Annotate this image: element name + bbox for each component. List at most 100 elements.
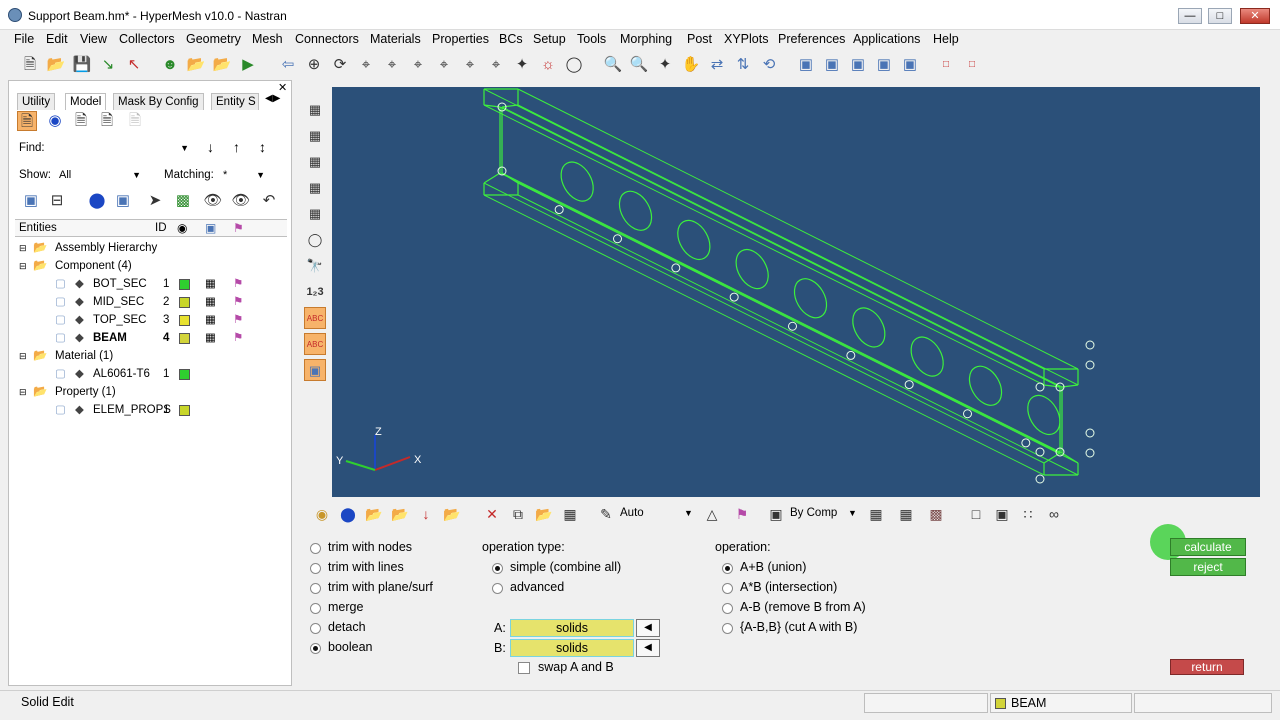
transparency-icon[interactable]: △ [702,504,722,524]
delete-icon[interactable]: ✕ [482,504,502,524]
visibility-flag-icon[interactable]: ⚑ [233,293,243,311]
menu-mesh[interactable]: Mesh [252,32,283,46]
visibility-box-icon[interactable]: ▢ [55,275,66,293]
display-mode-icon[interactable]: ▦ [205,293,216,311]
visibility-box-icon[interactable]: ▢ [55,401,66,419]
tree-row[interactable]: ⊟ 📂 Component (4) [15,257,287,275]
display-mode-icon[interactable]: ▦ [205,329,216,347]
window-4-icon[interactable]: ▣ [874,55,894,75]
spin-free-icon[interactable]: ⟲ [759,55,779,75]
expand-all-icon[interactable]: ▣ [21,191,41,211]
component-view-icon[interactable]: 🗎 [17,111,37,131]
radio-remove-b[interactable]: A-B (remove B from A) [722,600,866,614]
new-file-icon[interactable]: 🗎 [20,55,40,75]
tree-row[interactable]: ▢ ◆ TOP_SEC 3 ▦ ⚑ [15,311,287,329]
ps-export-icon[interactable]: □ [962,55,982,75]
label-abc2-icon[interactable]: ABC [304,333,326,355]
menu-properties[interactable]: Properties [432,32,489,46]
view-zy-icon[interactable]: ⌖ [460,55,480,75]
menu-materials[interactable]: Materials [370,32,421,46]
shaded-geom-icon[interactable]: ▦ [304,203,326,225]
radio-trim-with-plane[interactable]: trim with plane/surf [310,580,433,594]
numbering-icon[interactable]: 1₂3 [304,281,326,303]
radio-simple[interactable]: simple (combine all) [492,560,621,574]
reset-a-icon[interactable]: ◀ [636,619,660,637]
assembly-select-icon[interactable]: ◉ [312,504,332,524]
menu-view[interactable]: View [80,32,107,46]
radio-detach[interactable]: detach [310,620,366,634]
spin-vertical-icon[interactable]: ⇅ [733,55,753,75]
user-icon[interactable]: ☻ [160,55,180,75]
radio-trim-with-lines[interactable]: trim with lines [310,560,404,574]
window-5-icon[interactable]: ▣ [900,55,920,75]
color-mode-icon[interactable]: ▣ [304,359,326,381]
tree-row[interactable]: ⊟ 📂 Property (1) [15,383,287,401]
radio-intersection[interactable]: A*B (intersection) [722,580,837,594]
auto-dropdown-label[interactable]: Auto [620,507,644,519]
tree-row[interactable]: ⊟ 📂 Material (1) [15,347,287,365]
by-comp-icon[interactable]: ▣ [766,504,786,524]
color-swatch[interactable] [179,369,190,380]
window-frame-icon[interactable]: □ [966,504,986,524]
isolate-icon[interactable]: ▩ [173,191,193,211]
tree-row[interactable]: ▢ ◆ ELEM_PROPS 1 [15,401,287,419]
menu-geometry[interactable]: Geometry [186,32,241,46]
view-xy-icon[interactable]: ⌖ [356,55,376,75]
menu-tools[interactable]: Tools [577,32,606,46]
visibility-box-icon[interactable]: ▢ [55,329,66,347]
load-collector-icon[interactable]: ↓ [416,504,436,524]
select-arrow-icon[interactable]: ➤ [145,191,165,211]
menu-edit[interactable]: Edit [46,32,68,46]
color-swatch[interactable] [179,333,190,344]
menu-applications[interactable]: Applications [853,32,920,46]
menu-bcs[interactable]: BCs [499,32,523,46]
window-2-icon[interactable]: ▣ [822,55,842,75]
radio-trim-with-nodes[interactable]: trim with nodes [310,540,412,554]
reject-button[interactable]: reject [1170,558,1246,576]
fit-icon[interactable]: ◯ [564,55,584,75]
radio-cut-a[interactable]: {A-B,B} (cut A with B) [722,620,857,634]
save-icon[interactable]: 💾 [72,55,92,75]
material-view-icon[interactable]: 🗎 [71,111,91,131]
visibility-box-icon[interactable]: ▢ [55,311,66,329]
radio-boolean[interactable]: boolean [310,640,373,654]
menu-preferences[interactable]: Preferences [778,32,845,46]
find-combo[interactable]: ▼ [55,139,193,157]
arrow-updown-icon[interactable]: ↕ [259,139,266,155]
maximize-button[interactable]: □ [1208,8,1232,24]
tab-entity-state[interactable]: Entity S [211,93,259,110]
visibility-flag-icon[interactable]: ⚑ [233,329,243,347]
view-zx-icon[interactable]: ⌖ [434,55,454,75]
color-swatch[interactable] [179,405,190,416]
visibility-flag-icon[interactable]: ⚑ [233,275,243,293]
menu-setup[interactable]: Setup [533,32,566,46]
tab-model[interactable]: Model [65,93,107,110]
menu-connectors[interactable]: Connectors [295,32,359,46]
dynamic-rotate-icon[interactable]: ☼ [538,55,558,75]
visibility-flag-icon[interactable]: ⚑ [233,311,243,329]
window-1-icon[interactable]: ▣ [796,55,816,75]
tree-row[interactable]: ⊟ 📂 Assembly Hierarchy [15,239,287,257]
element-display-icon[interactable]: ▦ [304,151,326,173]
menu-help[interactable]: Help [933,32,959,46]
menu-file[interactable]: File [14,32,34,46]
menu-xyplots[interactable]: XYPlots [724,32,768,46]
rotation-center-icon[interactable]: ✦ [655,55,675,75]
zoom-window-icon[interactable]: 🔍 [603,55,623,75]
arrow-down-icon[interactable]: ↓ [207,139,214,155]
color-swatch[interactable] [179,279,190,290]
visibility-box-icon[interactable]: ▢ [55,365,66,383]
view-xz-icon[interactable]: ⌖ [408,55,428,75]
organize-folder-icon[interactable]: 📂 [534,504,554,524]
show-hide-icon[interactable]: 👁 [203,191,223,211]
tree-toggle-icon[interactable]: ⊟ [19,257,27,275]
reset-b-icon[interactable]: ◀ [636,639,660,657]
tree-row[interactable]: ▢ ◆ BOT_SEC 1 ▦ ⚑ [15,275,287,293]
chevron-down-icon[interactable]: ▼ [684,508,693,518]
tree-toggle-icon[interactable]: ⊟ [19,347,27,365]
radio-merge[interactable]: merge [310,600,363,614]
menu-collectors[interactable]: Collectors [119,32,175,46]
show-combo[interactable]: All ▼ [55,166,145,184]
view-yz-icon[interactable]: ⌖ [382,55,402,75]
calculate-button[interactable]: calculate [1170,538,1246,556]
